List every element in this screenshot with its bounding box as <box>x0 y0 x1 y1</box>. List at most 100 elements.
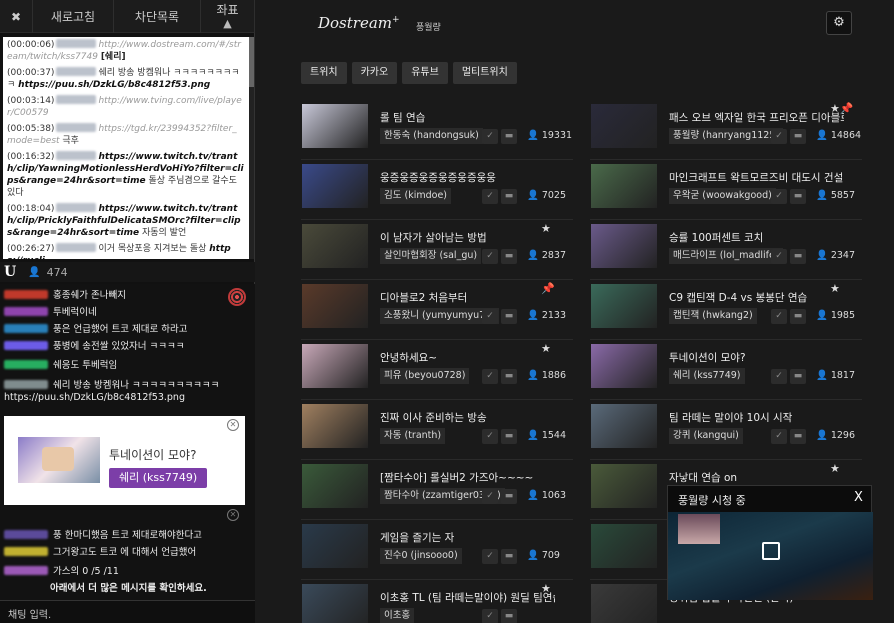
log-entry[interactable]: (00:00:06) http://www.dostream.com/#/stre… <box>7 39 245 63</box>
current-stream-label[interactable]: 풍월량 <box>416 20 441 33</box>
stream-streamer[interactable]: 살인마협회장 (sal_gu) <box>380 248 482 264</box>
favorite-icon[interactable]: ★ <box>541 582 551 595</box>
chat-nick[interactable] <box>4 360 48 369</box>
check-icon[interactable]: ✓ <box>771 249 787 264</box>
stream-row[interactable]: 마인크래프트 왁트모르즈비 대도시 건설 우왁굳 (woowakgood) ✓ ▬ 👤 … <box>590 160 862 220</box>
stream-thumbnail[interactable] <box>302 164 368 208</box>
favorite-icon[interactable]: ★📌 <box>830 102 854 115</box>
stream-row[interactable]: 패스 오브 엑자일 한국 프리오픈 디아블로풍월량 (hanryang1125)… <box>590 100 862 160</box>
stream-thumbnail[interactable] <box>302 584 368 623</box>
chat-nick[interactable] <box>4 324 48 333</box>
check-icon[interactable]: ✓ <box>482 369 498 384</box>
stream-thumbnail[interactable] <box>591 524 657 568</box>
close-button[interactable]: ✖ <box>0 0 33 33</box>
stream-thumbnail[interactable] <box>302 284 368 328</box>
chat-nick[interactable] <box>4 380 48 389</box>
chat-nick[interactable] <box>4 530 48 539</box>
stream-row[interactable]: 웅증웅증웅증웅증웅증웅웅 김도 (kimdoe) ✓ ▬ 👤 7025 <box>301 160 573 220</box>
chat-icon[interactable]: ▬ <box>501 249 517 264</box>
stream-title[interactable]: 자낳대 연습 on <box>669 470 844 485</box>
log-entry[interactable]: (00:26:27)이거 목상포응 지겨보는 돌상 https://rucli <box>7 243 245 259</box>
link-log[interactable]: (00:00:06) http://www.dostream.com/#/stre… <box>3 37 249 259</box>
check-icon[interactable]: ✓ <box>771 369 787 384</box>
stream-streamer[interactable]: 우왁굳 (woowakgood) <box>669 188 776 204</box>
chat-icon[interactable]: ▬ <box>790 129 806 144</box>
stream-row[interactable]: 투네이션이 모야? 쉐리 (kss7749) ✓ ▬ 👤 1817 <box>590 340 862 400</box>
log-entry[interactable]: (00:00:37) 쉐리 방송 방켐워나 ㅋㅋㅋㅋㅋㅋㅋㅋㅋ https://p… <box>7 67 245 91</box>
chat-nick[interactable] <box>4 547 48 556</box>
stream-thumbnail[interactable] <box>302 224 368 268</box>
filter-tab[interactable]: 멀티트위치 <box>452 62 517 84</box>
chat-icon[interactable]: ▬ <box>501 129 517 144</box>
stream-row[interactable]: 이초홍 TL (팀 라떼는말이야) 원딜 팀연습 이초홍 ✓ ▬ ★ <box>301 580 573 623</box>
log-scrollbar[interactable] <box>249 37 254 259</box>
chat-nick[interactable] <box>4 307 48 316</box>
block-list-button[interactable]: 차단목록 <box>114 0 201 33</box>
chat-icon[interactable]: ▬ <box>790 189 806 204</box>
chat-icon[interactable]: ▬ <box>501 549 517 564</box>
favorite-icon[interactable]: ★ <box>830 282 840 295</box>
check-icon[interactable]: ✓ <box>482 249 498 264</box>
mini-player[interactable]: 풍월량 시청 중 X <box>667 485 873 600</box>
chat-icon[interactable]: ▬ <box>501 489 517 504</box>
chat-more-notice[interactable]: 아래에서 더 많은 메시지를 확인하세요. <box>50 583 207 595</box>
mini-player-close-button[interactable]: X <box>854 490 863 505</box>
stream-title[interactable]: 투네이션이 모야? <box>669 350 844 365</box>
stream-streamer[interactable]: 김도 (kimdoe) <box>380 188 451 204</box>
favorite-icon[interactable]: ★ <box>541 222 551 235</box>
stream-streamer[interactable]: 이초홍 <box>380 608 415 623</box>
stream-row[interactable]: 게임을 즐기는 자 진수0 (jinsooo0) ✓ ▬ 👤 709 <box>301 520 573 580</box>
stream-thumbnail[interactable] <box>302 104 368 148</box>
stream-streamer[interactable]: 강퀴 (kangqui) <box>669 428 743 444</box>
check-icon[interactable]: ✓ <box>771 309 787 324</box>
stream-title[interactable]: [짬타수아] 롤실버2 가즈아~~~~ <box>380 470 555 485</box>
site-logo[interactable]: Dostream+ <box>318 14 400 32</box>
chat-stream-card[interactable]: 투네이션이 모야? 쉐리 (kss7749) <box>4 416 245 505</box>
check-icon[interactable]: ✓ <box>482 609 498 623</box>
stream-streamer[interactable]: 한동숙 (handongsuk) <box>380 128 483 144</box>
stream-title[interactable]: 패스 오브 엑자일 한국 프리오픈 디아블로 <box>669 110 844 125</box>
gear-icon[interactable]: ⚙ <box>826 11 852 35</box>
favorite-icon[interactable]: ★ <box>541 342 551 355</box>
stream-thumbnail[interactable] <box>591 344 657 388</box>
card-streamer-button[interactable]: 쉐리 (kss7749) <box>109 468 208 488</box>
stream-title[interactable]: C9 캡틴잭 D-4 vs 봉봉단 연습 <box>669 290 844 305</box>
card2-close-icon[interactable]: ✕ <box>227 509 239 521</box>
refresh-button[interactable]: 새로고침 <box>33 0 114 33</box>
stream-streamer[interactable]: 쉐리 (kss7749) <box>669 368 745 384</box>
check-icon[interactable]: ✓ <box>482 429 498 444</box>
log-entry[interactable]: (00:05:38) https://tgd.kr/23994352?filter… <box>7 123 245 147</box>
check-icon[interactable]: ✓ <box>771 429 787 444</box>
log-link[interactable]: https://puu.sh/DzkLG/b8c4812f53.png <box>18 80 210 90</box>
chat-icon[interactable]: ▬ <box>790 369 806 384</box>
stream-thumbnail[interactable] <box>591 284 657 328</box>
check-icon[interactable]: ✓ <box>482 309 498 324</box>
stream-title[interactable]: 팀 라떼는 말이야 10시 시작 <box>669 410 844 425</box>
filter-tab[interactable]: 트위치 <box>301 62 347 84</box>
stream-title[interactable]: 마인크래프트 왁트모르즈비 대도시 건설 <box>669 170 844 185</box>
filter-tab[interactable]: 카카오 <box>351 62 398 84</box>
chat-input[interactable]: 채팅 입력. <box>0 600 255 623</box>
stream-row[interactable]: 롤 팀 연습 한동숙 (handongsuk) ✓ ▬ 👤 19331 <box>301 100 573 160</box>
stream-title[interactable]: 안녕하세요~ <box>380 350 555 365</box>
log-entry[interactable]: (00:03:14) http://www.tving.com/live/play… <box>7 95 245 119</box>
chat-nick[interactable] <box>4 341 48 350</box>
stream-row[interactable]: 진짜 이사 준비하는 방송 자동 (tranth) ✓ ▬ 👤 1544 <box>301 400 573 460</box>
stream-title[interactable]: 게임을 즐기는 자 <box>380 530 555 545</box>
favorite-icon[interactable]: 📌 <box>541 282 555 295</box>
stream-row[interactable]: 팀 라떼는 말이야 10시 시작 강퀴 (kangqui) ✓ ▬ 👤 1296 <box>590 400 862 460</box>
stream-title[interactable]: 이 남자가 살아남는 방법 <box>380 230 555 245</box>
stream-streamer[interactable]: 풍월량 (hanryang1125) <box>669 128 784 144</box>
stream-row[interactable]: [짬타수아] 롤실버2 가즈아~~~~ 짬타수아 (zzamtiger0310) ✓… <box>301 460 573 520</box>
chat-icon[interactable]: ▬ <box>790 249 806 264</box>
stream-streamer[interactable]: 피유 (beyou0728) <box>380 368 470 384</box>
chat-icon[interactable]: ▬ <box>501 189 517 204</box>
stream-title[interactable]: 진짜 이사 준비하는 방송 <box>380 410 555 425</box>
check-icon[interactable]: ✓ <box>482 549 498 564</box>
stream-title[interactable]: 승률 100퍼센트 코치 <box>669 230 844 245</box>
stream-title[interactable]: 웅증웅증웅증웅증웅증웅웅 <box>380 170 555 185</box>
chat-icon[interactable]: ▬ <box>790 429 806 444</box>
card-close-icon[interactable]: ✕ <box>227 419 239 431</box>
stream-title[interactable]: 이초홍 TL (팀 라떼는말이야) 원딜 팀연습 <box>380 590 555 605</box>
log-entry[interactable]: (00:16:32) https://www.twitch.tv/tranth/c… <box>7 151 245 199</box>
